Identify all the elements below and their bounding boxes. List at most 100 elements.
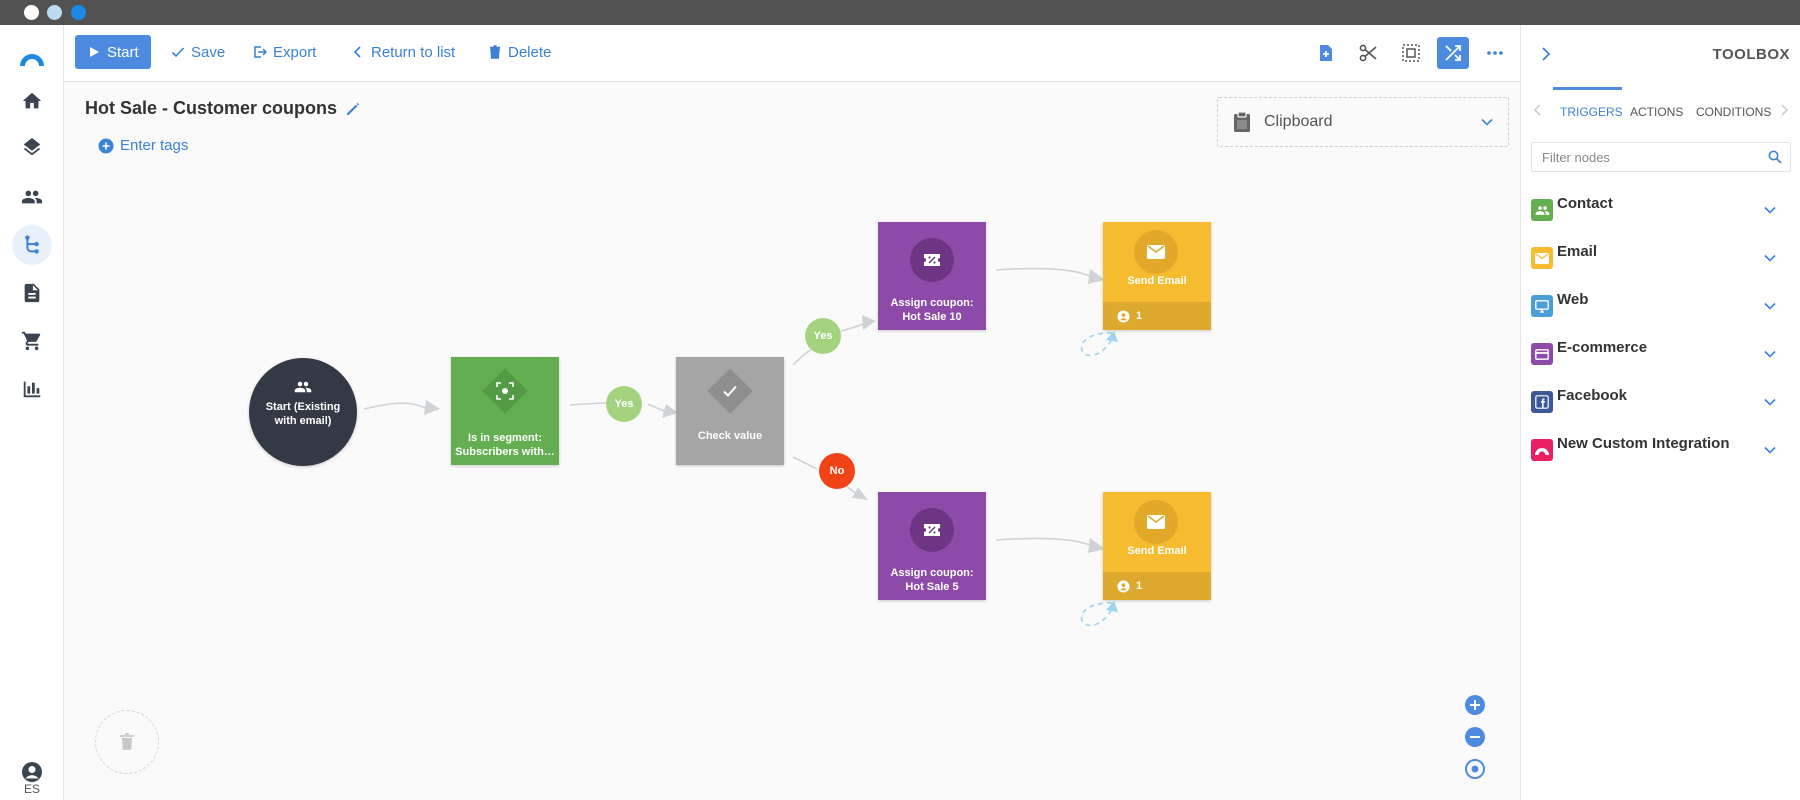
chevron-down-icon [1764,398,1776,406]
segment-condition-node[interactable]: Is in segment: Subscribers with… [451,357,559,465]
chevron-down-icon [1764,206,1776,214]
tab-triggers[interactable]: TRIGGERS [1560,105,1623,119]
coupon-top-label: Assign coupon: Hot Sale 10 [890,297,974,323]
save-button-label: Save [191,43,226,61]
trash-icon [120,733,134,750]
auto-arrange-button[interactable] [1437,37,1469,69]
category-email[interactable]: Email [1531,241,1791,277]
coupon-bottom-label: Assign coupon: Hot Sale 5 [890,567,974,593]
no-branch-badge[interactable]: No [819,453,855,489]
segment-node-label: Is in segment: Subscribers with… [455,432,555,458]
start-node-label: Start (Existing with email) [265,401,341,427]
language-selector[interactable]: ES [0,782,64,796]
check-icon [718,379,742,403]
editor-toolbar: Start Save Export Return to list Delete [64,25,1520,82]
send-email-node-top[interactable]: Send Email 1 [1103,222,1211,330]
category-label: Contact [1557,195,1613,212]
user-icon [1117,579,1130,593]
nav-automation[interactable] [12,225,52,265]
send-email-node-bottom[interactable]: Send Email 1 [1103,492,1211,600]
email-bottom-label: Send Email [1127,545,1187,557]
window-close-button[interactable] [24,5,39,20]
coupon-icon [910,238,954,282]
export-button[interactable]: Export [253,35,316,69]
zoom-in-icon[interactable] [1464,694,1486,716]
nav-documents[interactable] [12,273,52,313]
delete-button[interactable]: Delete [488,35,551,69]
center-view-icon[interactable] [1464,758,1486,780]
automation-icon [25,235,39,254]
chevron-down-icon [1764,254,1776,262]
category-contact[interactable]: Contact [1531,193,1791,229]
nav-home[interactable] [12,81,52,121]
cart-icon [21,331,41,351]
add-note-button[interactable] [1310,37,1342,69]
check-value-node[interactable]: Check value [676,357,784,465]
check-icon [171,47,185,58]
yes-branch-badge[interactable]: Yes [606,386,642,422]
contacts-icon [294,381,312,393]
trash-dropzone[interactable] [95,710,159,774]
nav-reports[interactable] [12,369,52,409]
contact-counter[interactable]: 1 [1103,572,1211,600]
start-button[interactable]: Start [75,35,151,69]
cut-button[interactable] [1352,37,1384,69]
envelope-icon [1134,500,1178,544]
category-facebook[interactable]: Facebook [1531,385,1791,421]
window-minimize-button[interactable] [47,5,62,20]
export-button-label: Export [273,43,317,61]
shuffle-icon [1445,45,1461,61]
toolbox-panel: TOOLBOX TRIGGERS ACTIONS CONDITIONS Cont… [1520,25,1800,800]
document-icon [24,283,40,303]
assign-coupon-node-top[interactable]: Assign coupon: Hot Sale 10 [878,222,986,330]
zoom-out-icon[interactable] [1464,726,1486,748]
counter-value: 1 [1136,310,1143,322]
start-trigger-node[interactable]: Start (Existing with email) [249,358,357,466]
user-account-icon[interactable] [20,760,44,784]
chevron-left-icon[interactable] [1531,103,1545,117]
left-navigation: ES [0,25,64,800]
nav-contacts[interactable] [12,177,52,217]
nav-content[interactable] [12,129,52,169]
contact-counter[interactable]: 1 [1103,302,1211,330]
coupon-icon [910,508,954,552]
nav-ecommerce[interactable] [12,321,52,361]
more-options-button[interactable] [1479,37,1511,69]
app-logo-icon[interactable] [17,44,47,74]
counter-value: 1 [1136,580,1143,592]
chart-icon [23,381,41,398]
check-node-label: Check value [697,430,763,442]
chevron-down-icon [1764,302,1776,310]
save-button[interactable]: Save [171,35,225,69]
filter-nodes-input[interactable] [1532,143,1752,171]
delete-button-label: Delete [508,43,552,61]
chevron-right-icon[interactable] [1537,45,1555,63]
scissors-icon [1359,44,1377,62]
category-label: Email [1557,243,1598,260]
select-area-icon [1402,44,1420,62]
assign-coupon-node-bottom[interactable]: Assign coupon: Hot Sale 5 [878,492,986,600]
contacts-icon [1531,199,1553,221]
chevron-right-icon[interactable] [1777,103,1791,117]
search-icon[interactable] [1768,150,1782,164]
user-icon [1117,309,1130,323]
category-ecommerce[interactable]: E-commerce [1531,337,1791,373]
chevron-down-icon [1764,350,1776,358]
select-area-button[interactable] [1395,37,1427,69]
add-note-icon [1320,45,1332,61]
workflow-canvas[interactable]: Hot Sale - Customer coupons Enter tags C… [64,82,1520,800]
start-button-label: Start [107,43,139,61]
return-to-list-button[interactable]: Return to list [351,35,455,69]
email-top-label: Send Email [1127,275,1187,287]
window-titlebar [0,0,1800,25]
tab-actions[interactable]: ACTIONS [1630,105,1683,119]
yes-branch-badge[interactable]: Yes [805,318,841,354]
category-web[interactable]: Web [1531,289,1791,325]
monitor-icon [1531,295,1553,317]
credit-card-icon [1531,343,1553,365]
window-maximize-button[interactable] [71,5,86,20]
tab-conditions[interactable]: CONDITIONS [1696,105,1771,119]
category-new-custom-integration[interactable]: New Custom Integration [1531,433,1791,469]
facebook-icon [1531,391,1553,413]
filter-nodes-field [1531,142,1791,172]
